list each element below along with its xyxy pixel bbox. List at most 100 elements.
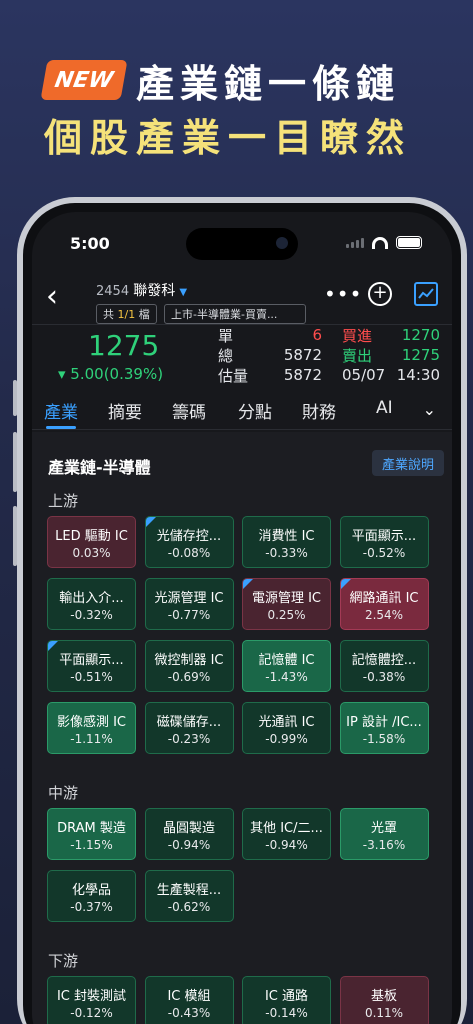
chip-name: 平面顯示... — [351, 528, 417, 544]
chip-percent: -0.69% — [167, 669, 211, 684]
chevron-down-icon[interactable]: ⌄ — [423, 400, 436, 419]
chip-name: 生產製程... — [156, 882, 222, 898]
industry-chip[interactable]: 基板 0.11% — [339, 976, 429, 1024]
stock-code: 2454 — [96, 284, 130, 299]
industry-chip[interactable]: IC 通路 -0.14% — [242, 976, 331, 1024]
chip-name: 影像感測 IC — [56, 714, 127, 730]
tab-industry[interactable]: 產業 — [44, 398, 78, 423]
signal-icon — [346, 237, 364, 248]
industry-chip[interactable]: 光通訊 IC -0.99% — [242, 702, 331, 754]
stock-count-tag[interactable]: 共 1/1 檔 — [96, 304, 157, 324]
industry-chip[interactable]: 晶圓製造 -0.94% — [144, 808, 234, 860]
chart-icon[interactable] — [414, 282, 438, 306]
chip-percent: -0.62% — [167, 899, 211, 914]
tab-chips[interactable]: 籌碼 — [172, 398, 206, 423]
add-icon[interactable]: + — [368, 282, 392, 306]
more-icon[interactable]: ••• — [324, 282, 362, 306]
count-suffix: 檔 — [138, 308, 150, 321]
stock-title[interactable]: 2454 聯發科 ▼ — [96, 280, 187, 300]
battery-icon — [396, 236, 422, 249]
industry-chip[interactable]: 光罩 -3.16% — [339, 808, 429, 860]
industry-chip[interactable]: 記憶體控... -0.38% — [339, 640, 429, 692]
quote-value: 1275 — [401, 346, 440, 364]
chip-percent: -0.77% — [167, 607, 211, 622]
new-badge: NEW — [40, 60, 128, 100]
app-screen: 5:00 ‹ 2454 聯發科 ▼ 共 1/1 檔 上市-半導體業-買賣... … — [32, 212, 452, 1024]
tab-branches[interactable]: 分點 — [238, 398, 272, 423]
tab-summary[interactable]: 摘要 — [108, 398, 142, 423]
corner-marker-icon — [145, 517, 156, 527]
industry-chip[interactable]: 輸出入介... -0.32% — [47, 578, 136, 630]
quote-value: 1270 — [401, 326, 440, 344]
camera-icon — [276, 237, 288, 249]
chip-percent: -1.58% — [362, 731, 406, 746]
stock-header: ‹ 2454 聯發科 ▼ 共 1/1 檔 上市-半導體業-買賣... ••• + — [32, 274, 452, 324]
chip-percent: -0.99% — [265, 731, 308, 746]
quote-value: 5872 — [283, 346, 322, 364]
chip-name: 平面顯示... — [59, 652, 124, 668]
industry-explain-button[interactable]: 產業說明 — [371, 450, 444, 476]
chip-name: 光通訊 IC — [258, 714, 315, 730]
industry-chain-panel: 產業鏈-半導體 產業說明 上游 LED 驅動 IC 0.03% 光儲存控... -0.… — [32, 432, 452, 1024]
count-value: 1/1 — [117, 307, 136, 321]
status-time: 5:00 — [70, 234, 110, 253]
chip-name: 電源管理 IC — [251, 590, 322, 606]
chip-percent: -0.14% — [265, 1005, 308, 1020]
tab-financials[interactable]: 財務 — [302, 398, 336, 423]
chip-name: 輸出入介... — [59, 590, 124, 606]
industry-chip[interactable]: 光儲存控... -0.08% — [144, 516, 234, 568]
chip-name: 其他 IC/二... — [250, 820, 323, 836]
status-bar: 5:00 — [32, 228, 452, 260]
chip-name: 記憶體 IC — [258, 652, 315, 668]
industry-chip[interactable]: 平面顯示... -0.51% — [47, 640, 136, 692]
chip-percent: -0.32% — [70, 607, 113, 622]
quote-value: 6 — [312, 326, 322, 344]
chip-percent: -0.37% — [70, 899, 113, 914]
chip-percent: -1.11% — [70, 731, 113, 746]
chip-percent: -3.16% — [362, 837, 406, 852]
industry-chip[interactable]: 化學品 -0.37% — [47, 870, 136, 922]
promo-line-1: NEW 產業鏈一條鏈 — [40, 55, 400, 106]
status-icons — [346, 236, 422, 249]
industry-chip[interactable]: IP 設計 /IC... -1.58% — [339, 702, 429, 754]
corner-marker-icon — [48, 641, 58, 651]
back-icon[interactable]: ‹ — [46, 282, 58, 312]
chip-percent: -0.12% — [70, 1005, 113, 1020]
industry-chip[interactable]: IC 模組 -0.43% — [144, 976, 234, 1024]
chip-percent: 0.11% — [364, 1005, 404, 1020]
tab-ai[interactable]: AI — [376, 398, 393, 418]
industry-chip[interactable]: 磁碟儲存... -0.23% — [144, 702, 234, 754]
stock-category-tag[interactable]: 上市-半導體業-買賣... — [164, 304, 306, 324]
quote-label: 賣出 — [342, 346, 373, 365]
chip-name: 光罩 — [370, 820, 397, 836]
promo-subheadline: 個股產業一目瞭然 — [44, 116, 413, 160]
corner-marker-icon — [243, 579, 253, 589]
chip-name: 記憶體控... — [351, 652, 417, 668]
industry-chip[interactable]: 電源管理 IC 0.25% — [242, 578, 331, 630]
industry-chip[interactable]: DRAM 製造 -1.15% — [47, 808, 136, 860]
industry-chip[interactable]: 平面顯示... -0.52% — [339, 516, 429, 568]
industry-chip[interactable]: 記憶體 IC -1.43% — [242, 640, 331, 692]
chip-name: DRAM 製造 — [57, 820, 126, 836]
chip-name: IC 封裝測試 — [56, 988, 127, 1004]
industry-chip[interactable]: IC 封裝測試 -0.12% — [47, 976, 136, 1024]
industry-chip[interactable]: 其他 IC/二... -0.94% — [242, 808, 331, 860]
stock-price: 1275 — [88, 329, 160, 362]
industry-chip[interactable]: 網路通訊 IC 2.54% — [339, 578, 429, 630]
quote-panel: 1275 ▾ 5.00(0.39%) 單 6 買進 1270 總 5872 賣出… — [32, 324, 452, 386]
group-downstream: 下游 — [48, 952, 79, 970]
chip-name: LED 驅動 IC — [55, 528, 128, 544]
chip-name: 化學品 — [71, 882, 111, 898]
industry-chip[interactable]: LED 驅動 IC 0.03% — [47, 516, 136, 568]
industry-chip[interactable]: 影像感測 IC -1.11% — [47, 702, 136, 754]
industry-chip[interactable]: 微控制器 IC -0.69% — [144, 640, 234, 692]
chip-name: 晶圓製造 — [162, 820, 215, 836]
stock-name: 聯發科 — [133, 283, 176, 299]
industry-chip[interactable]: 消費性 IC -0.33% — [242, 516, 331, 568]
industry-chip[interactable]: 光源管理 IC -0.77% — [144, 578, 234, 630]
industry-chip[interactable]: 生產製程... -0.62% — [144, 870, 234, 922]
chip-percent: -0.52% — [362, 545, 406, 560]
chip-name: 光源管理 IC — [154, 590, 224, 606]
count-prefix: 共 — [103, 308, 114, 321]
phone-frame: 5:00 ‹ 2454 聯發科 ▼ 共 1/1 檔 上市-半導體業-買賣... … — [17, 197, 467, 1024]
